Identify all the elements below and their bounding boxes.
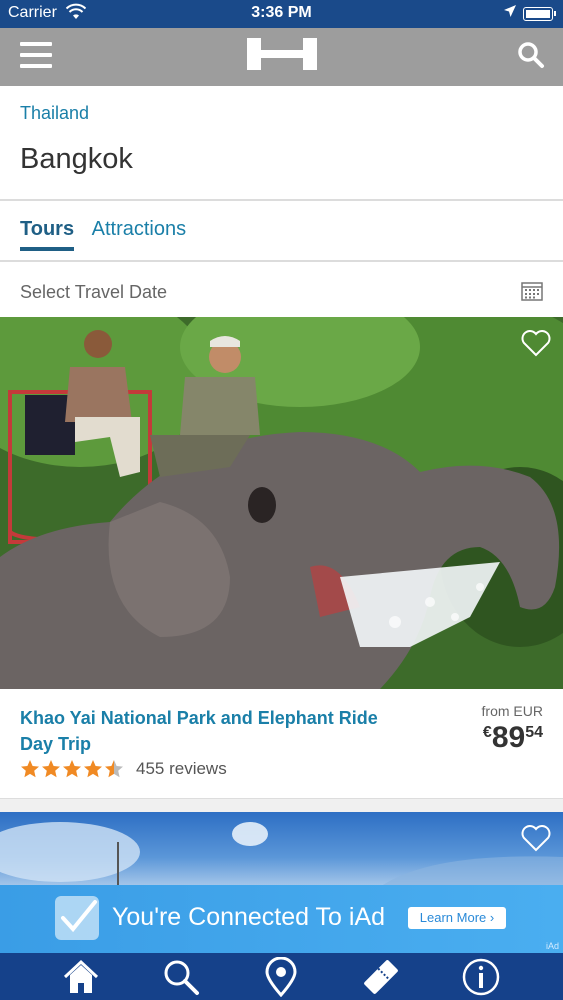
hamburger-icon[interactable] — [20, 42, 52, 70]
status-bar: Carrier 3:36 PM — [0, 0, 563, 28]
sky-photo — [0, 822, 563, 887]
elephant-photo — [0, 317, 563, 689]
favorite-heart-icon[interactable] — [521, 329, 551, 357]
search-icon[interactable] — [517, 41, 545, 69]
learn-more-button[interactable]: Learn More › — [408, 907, 506, 929]
ad-text: You're Connected To iAd — [112, 903, 386, 931]
review-count[interactable]: 455 reviews — [136, 759, 227, 779]
clock: 3:36 PM — [251, 4, 312, 21]
ticket-icon[interactable] — [361, 957, 401, 997]
star-icon — [84, 760, 102, 778]
star-half-icon — [105, 760, 123, 778]
navigation-bar — [0, 28, 563, 86]
price-whole: 89 — [491, 721, 526, 754]
bottom-tab-bar — [0, 953, 563, 1000]
travel-date-label: Select Travel Date — [20, 282, 168, 302]
tour-title[interactable]: Khao Yai National Park and Elephant Ride… — [20, 705, 380, 757]
rating-stars — [21, 760, 123, 778]
divider — [0, 199, 563, 201]
tour-image[interactable] — [0, 317, 563, 689]
tab-tours[interactable]: Tours — [20, 218, 75, 251]
home-icon[interactable] — [61, 957, 101, 997]
card-separator — [0, 798, 563, 812]
ad-tag: iAd — [545, 941, 559, 951]
tour-card[interactable]: Khao Yai National Park and Elephant Ride… — [0, 689, 563, 799]
star-icon — [42, 760, 60, 778]
tab-group: Tours Attractions — [20, 218, 198, 251]
travel-date-selector[interactable]: Select Travel Date — [0, 262, 563, 317]
star-icon — [63, 760, 81, 778]
calendar-icon[interactable] — [521, 281, 543, 301]
search-icon[interactable] — [161, 957, 201, 997]
page-title: Bangkok — [20, 143, 133, 175]
battery-icon — [523, 7, 556, 21]
hotel-logo-icon[interactable] — [247, 38, 317, 70]
iad-banner[interactable]: You're Connected To iAd Learn More › iAd — [0, 885, 563, 953]
map-pin-icon[interactable] — [261, 957, 301, 997]
price-cents: 54 — [525, 724, 543, 741]
star-icon — [21, 760, 39, 778]
breadcrumb-country[interactable]: Thailand — [20, 103, 89, 124]
checkmark-icon — [55, 896, 99, 940]
currency-symbol: € — [482, 724, 492, 741]
info-icon[interactable] — [461, 957, 501, 997]
tour-price: €8954 — [483, 721, 543, 755]
favorite-heart-icon[interactable] — [521, 824, 551, 852]
price-from-label: from EUR — [481, 703, 543, 719]
tab-attractions[interactable]: Attractions — [92, 218, 186, 247]
location-arrow-icon — [504, 5, 516, 17]
tour-image[interactable] — [0, 812, 563, 887]
